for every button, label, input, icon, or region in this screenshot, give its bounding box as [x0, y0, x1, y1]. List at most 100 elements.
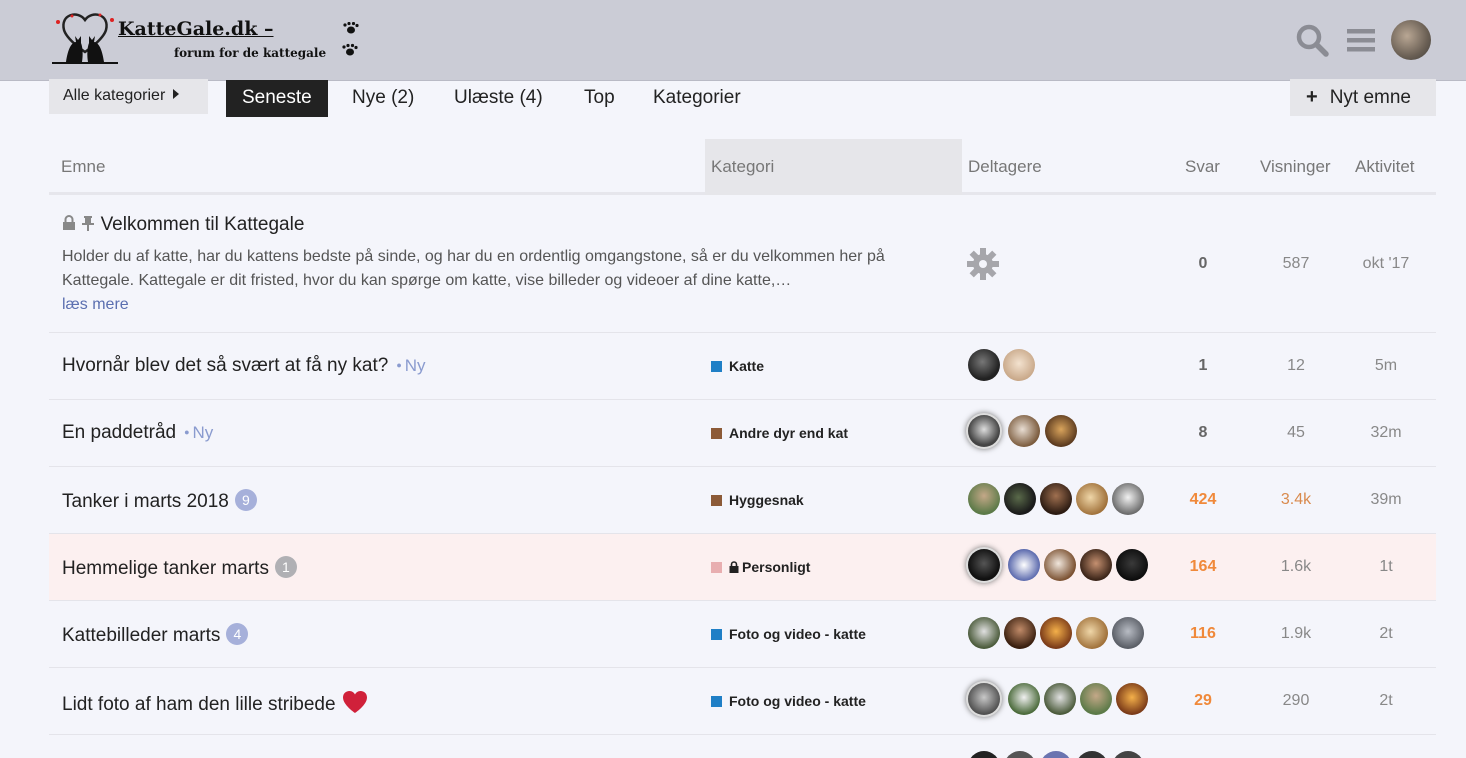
topic-title[interactable]: Kattebilleder marts 4 — [62, 623, 249, 647]
topic-title-text: Tanker i marts 2018 — [62, 491, 229, 512]
category-dropdown[interactable]: Alle kategorier — [49, 79, 208, 114]
table-row[interactable]: Hemmelige tanker marts 1 Personligt 164 1… — [49, 534, 1436, 601]
activity-time[interactable]: okt '17 — [1346, 255, 1426, 273]
topic-title[interactable]: Hemmelige tanker marts 1 — [62, 556, 297, 580]
avatar[interactable] — [1004, 483, 1036, 515]
avatar[interactable] — [1040, 483, 1072, 515]
avatar[interactable] — [1076, 617, 1108, 649]
avatar[interactable] — [1112, 483, 1144, 515]
avatar[interactable] — [1008, 549, 1040, 581]
topic-title[interactable]: Velkommen til Kattegale — [62, 214, 304, 236]
avatar[interactable] — [1080, 549, 1112, 581]
col-views[interactable]: Visninger — [1260, 157, 1331, 177]
read-more-link[interactable]: læs mere — [62, 296, 129, 313]
topic-title-text: Lidt foto af ham den lille stribede — [62, 694, 336, 715]
table-row[interactable]: En paddetråd Ny Andre dyr end kat 8 45 32… — [49, 400, 1436, 467]
hamburger-icon[interactable] — [1344, 22, 1380, 58]
activity-time[interactable]: 1t — [1346, 558, 1426, 576]
category-color-square — [711, 495, 722, 506]
activity-time[interactable]: 2t — [1346, 625, 1426, 643]
avatar[interactable] — [968, 483, 1000, 515]
site-logo[interactable]: KatteGale.dk – forum for de kattegale — [50, 12, 370, 70]
avatar[interactable] — [968, 683, 1000, 715]
category-label: Andre dyr end kat — [729, 425, 849, 441]
avatar[interactable] — [968, 751, 1000, 758]
col-replies[interactable]: Svar — [1185, 157, 1220, 177]
col-participants: Deltagere — [968, 157, 1042, 176]
avatar[interactable] — [1008, 683, 1040, 715]
category-label: Hyggesnak — [729, 492, 804, 508]
tab-ulaeste[interactable]: Ulæste (4) — [454, 80, 543, 117]
lock-icon — [63, 215, 75, 230]
category-badge[interactable]: Andre dyr end kat — [711, 425, 848, 441]
avatar[interactable] — [1080, 683, 1112, 715]
avatar[interactable] — [1116, 683, 1148, 715]
category-badge[interactable]: Personligt — [711, 559, 810, 575]
view-count: 12 — [1287, 357, 1305, 374]
col-activity[interactable]: Aktivitet — [1355, 157, 1415, 177]
avatar[interactable] — [1004, 751, 1036, 758]
search-icon[interactable] — [1294, 22, 1330, 58]
category-badge[interactable]: Hyggesnak — [711, 492, 804, 508]
tab-kategorier[interactable]: Kategorier — [653, 80, 741, 117]
view-count: 587 — [1282, 255, 1310, 272]
avatar[interactable] — [968, 617, 1000, 649]
tab-seneste[interactable]: Seneste — [226, 80, 328, 117]
tab-nye[interactable]: Nye (2) — [352, 80, 414, 117]
category-label: Foto og video - katte — [729, 693, 866, 709]
view-count: 1.9k — [1280, 625, 1312, 642]
avatar[interactable] — [1112, 617, 1144, 649]
table-row[interactable]: Lidt foto af ham den lille stribede Foto… — [49, 668, 1436, 735]
topic-title[interactable]: Tanker i marts 2018 9 — [62, 489, 257, 513]
avatar[interactable] — [1008, 415, 1040, 447]
avatar[interactable] — [968, 349, 1000, 381]
topic-title[interactable]: Lidt foto af ham den lille stribede — [62, 690, 368, 716]
unread-count-badge[interactable]: 4 — [226, 623, 249, 645]
new-topic-label: Nyt emne — [1329, 87, 1411, 108]
activity-time[interactable]: 32m — [1346, 424, 1426, 442]
avatar[interactable] — [1076, 483, 1108, 515]
avatar[interactable] — [1116, 549, 1148, 581]
view-count: 3.4k — [1280, 491, 1312, 508]
user-avatar[interactable] — [1391, 20, 1431, 60]
avatar[interactable] — [968, 415, 1000, 447]
unread-count-badge[interactable]: 9 — [234, 489, 257, 511]
avatar[interactable] — [1040, 751, 1072, 758]
avatar[interactable] — [1044, 683, 1076, 715]
category-dropdown-label: Alle kategorier — [63, 87, 166, 104]
activity-time[interactable]: 5m — [1346, 357, 1426, 375]
category-badge[interactable]: Foto og video - katte — [711, 626, 866, 642]
heart-icon — [342, 691, 367, 713]
reply-count: 116 — [1190, 625, 1216, 642]
unread-count-badge[interactable]: 1 — [274, 556, 297, 578]
topic-title[interactable]: En paddetråd Ny — [62, 422, 213, 444]
reply-count: 0 — [1198, 255, 1208, 272]
category-color-square — [711, 361, 722, 372]
category-color-square — [711, 562, 722, 573]
tab-top[interactable]: Top — [584, 80, 615, 117]
avatar[interactable] — [1040, 617, 1072, 649]
activity-time[interactable]: 39m — [1346, 491, 1426, 509]
table-row[interactable]: Velkommen til Kattegale Holder du af kat… — [49, 196, 1436, 333]
activity-time[interactable]: 2t — [1346, 692, 1426, 710]
col-topic[interactable]: Emne — [61, 157, 105, 177]
category-badge[interactable]: Katte — [711, 358, 764, 374]
gear-icon — [967, 248, 999, 280]
avatar[interactable] — [1112, 751, 1144, 758]
category-label: Katte — [729, 358, 765, 374]
col-category[interactable]: Kategori — [711, 157, 774, 177]
topic-title[interactable]: Hvornår blev det så svært at få ny kat? N… — [62, 355, 426, 377]
new-topic-button[interactable]: + Nyt emne — [1290, 79, 1436, 116]
avatar[interactable] — [968, 549, 1000, 581]
table-row[interactable] — [49, 735, 1436, 758]
table-row[interactable]: Tanker i marts 2018 9 Hyggesnak 424 3.4k … — [49, 467, 1436, 534]
logo-subtitle: forum for de kattegale — [174, 46, 327, 60]
category-badge[interactable]: Foto og video - katte — [711, 693, 866, 709]
avatar[interactable] — [1044, 549, 1076, 581]
table-row[interactable]: Hvornår blev det så svært at få ny kat? N… — [49, 333, 1436, 400]
avatar[interactable] — [1076, 751, 1108, 758]
table-row[interactable]: Kattebilleder marts 4 Foto og video - kat… — [49, 601, 1436, 668]
avatar[interactable] — [1045, 415, 1077, 447]
avatar[interactable] — [1004, 617, 1036, 649]
avatar[interactable] — [1003, 349, 1035, 381]
